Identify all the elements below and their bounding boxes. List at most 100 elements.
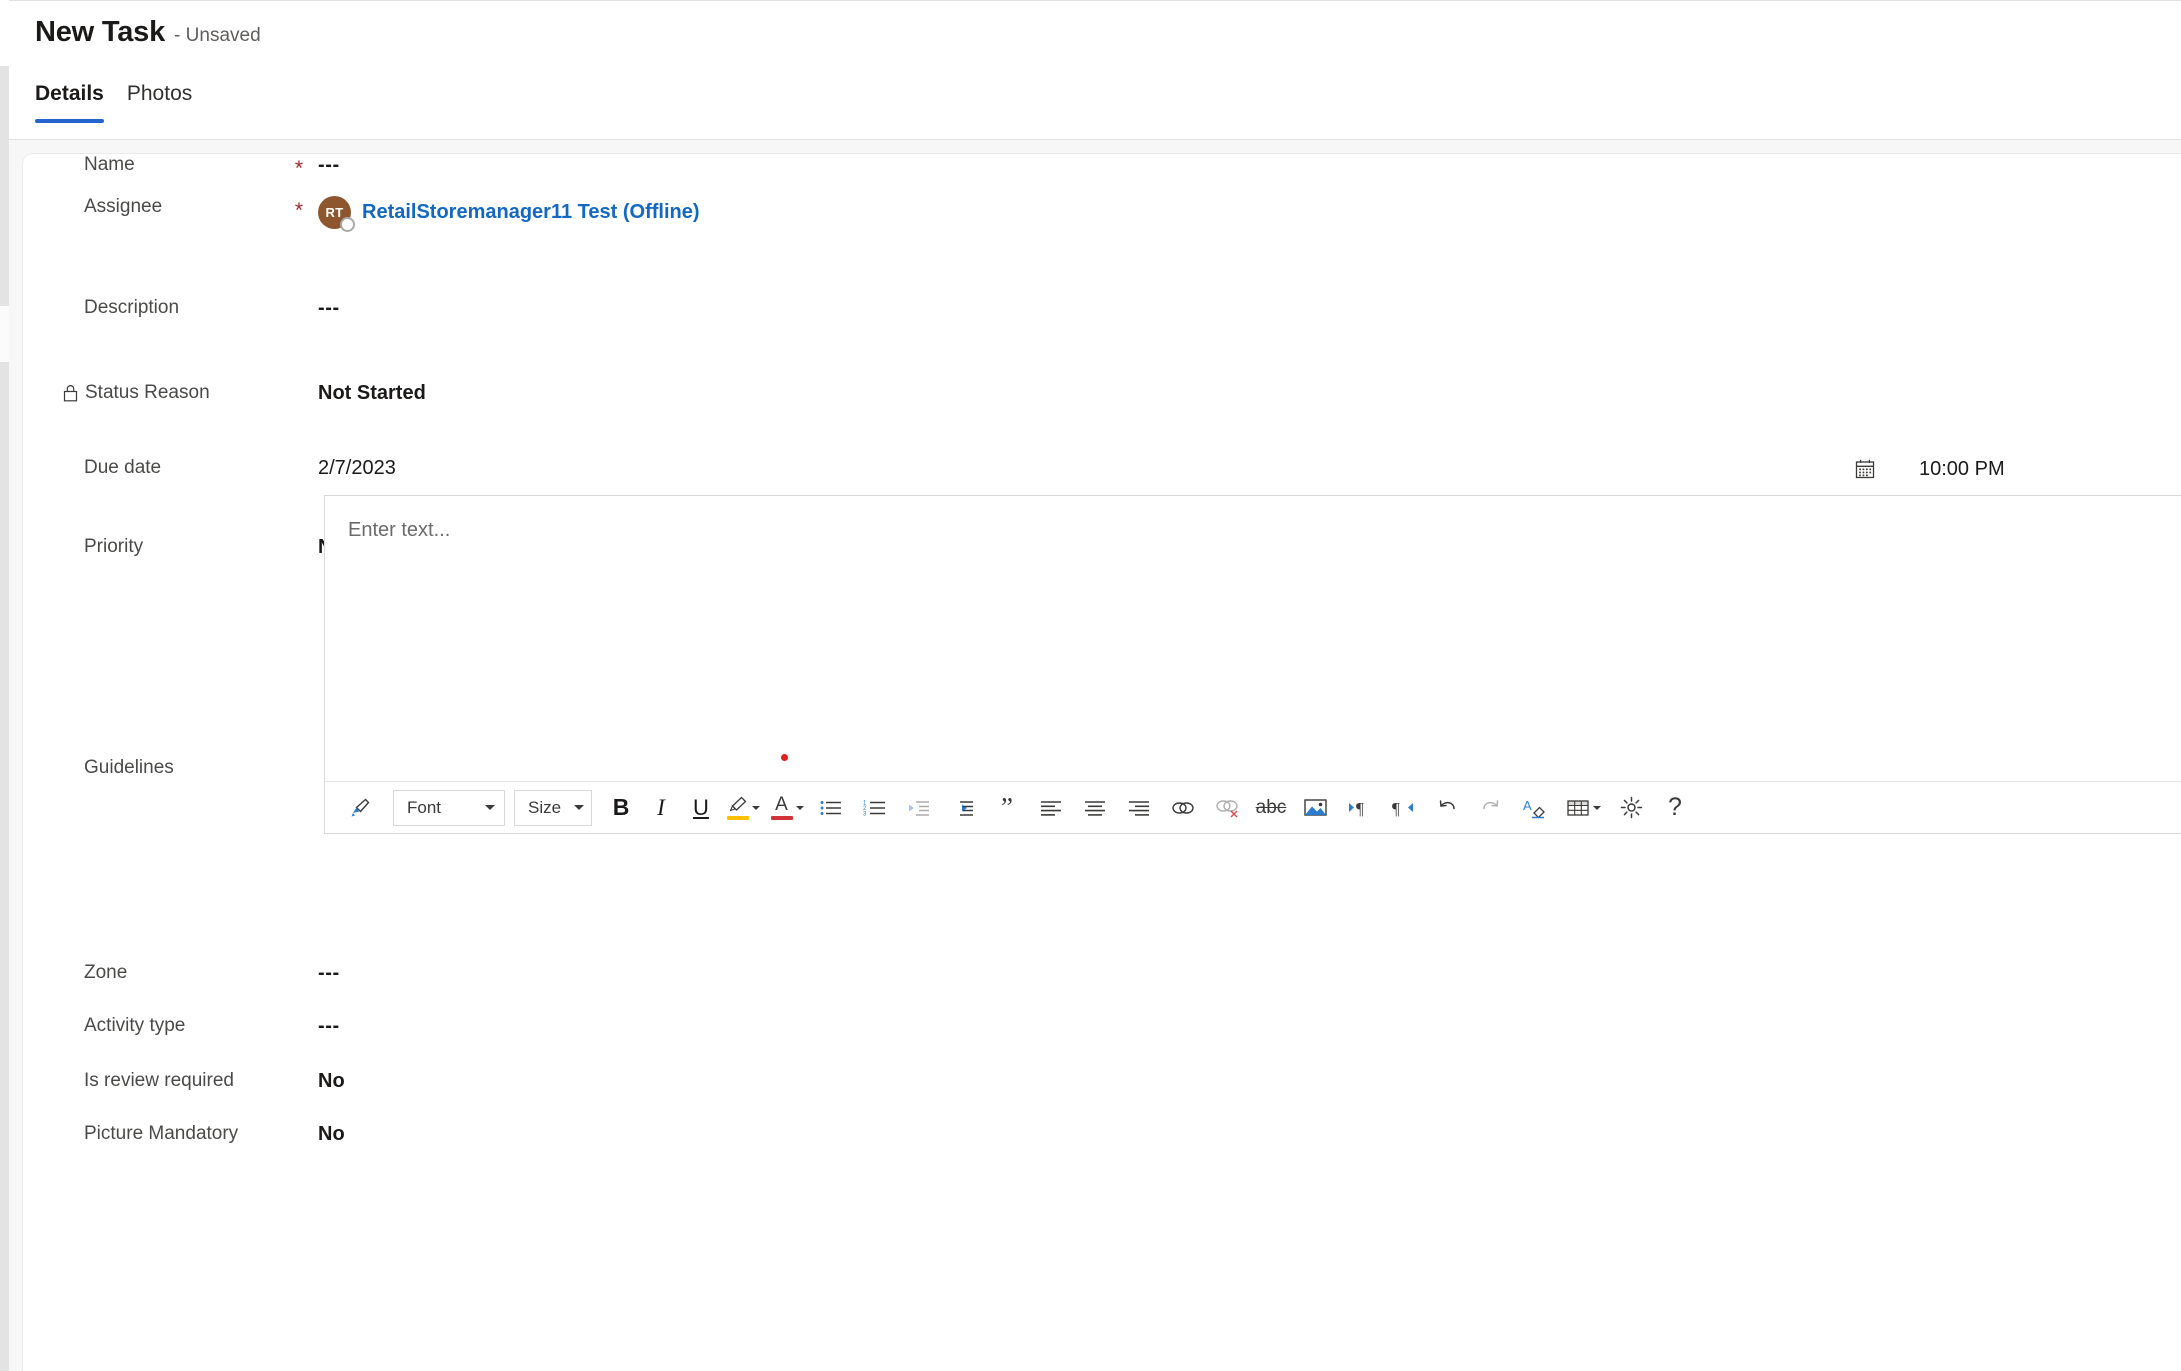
blockquote-icon[interactable]: ” (985, 788, 1029, 828)
insert-table-icon[interactable] (1557, 788, 1609, 828)
field-label-cell-priority: Priority (23, 536, 284, 558)
rtl-direction-icon[interactable]: ¶ (1381, 788, 1425, 828)
field-row-assignee: Assignee * RT RetailStoremanager11 Test … (23, 196, 2181, 258)
insert-link-icon[interactable] (1161, 788, 1205, 828)
bold-icon[interactable]: B (601, 788, 641, 828)
page-title-main: New Task (35, 16, 166, 48)
redo-icon[interactable] (1469, 788, 1513, 828)
chevron-down-icon (574, 805, 584, 810)
field-value-cell-assignee[interactable]: RT RetailStoremanager11 Test (Offline) (314, 196, 2181, 232)
field-value-cell-name[interactable]: --- (314, 154, 2181, 177)
left-rail (0, 33, 9, 1371)
field-label-cell-name: Name (23, 154, 284, 176)
left-rail-notch (0, 305, 9, 363)
field-label-is-review-required: Is review required (84, 1070, 234, 1091)
italic-icon[interactable]: I (641, 788, 681, 828)
field-label-cell-assignee: Assignee (23, 196, 284, 218)
field-value-cell-status-reason: Not Started (314, 382, 2181, 405)
svg-text:¶: ¶ (1356, 799, 1364, 818)
ltr-direction-icon[interactable]: ¶ (1337, 788, 1381, 828)
field-value-cell-activity-type[interactable]: --- (314, 1015, 2181, 1038)
svg-text:A: A (1523, 798, 1532, 813)
required-spacer-picture-mandatory (284, 1123, 314, 1127)
chevron-down-icon (485, 805, 495, 810)
field-value-cell-is-review-required[interactable]: No (314, 1070, 2181, 1093)
left-rail-tick (0, 33, 9, 66)
field-value-status-reason: Not Started (318, 382, 426, 404)
due-time-value[interactable]: 10:00 PM (1919, 458, 2005, 481)
assignee-link[interactable]: RetailStoremanager11 Test (Offline) (362, 201, 700, 224)
field-label-zone: Zone (84, 962, 128, 983)
field-label-due-date: Due date (84, 457, 162, 478)
task-form-page: New Task - Unsaved Details Photos Name *… (0, 0, 2181, 1371)
field-row-activity-type: Activity type --- (23, 1015, 2181, 1071)
field-value-cell-picture-mandatory[interactable]: No (314, 1123, 2181, 1146)
field-row-status-reason: Status Reason Not Started (23, 382, 2181, 438)
required-spacer-description (284, 297, 314, 301)
required-spacer-is-review-required (284, 1070, 314, 1074)
field-label-cell-due-date: Due date (23, 457, 284, 479)
field-value-cell-zone[interactable]: --- (314, 962, 2181, 985)
required-marker-name: * (294, 157, 304, 180)
font-family-value: Font (407, 797, 442, 817)
avatar: RT (318, 196, 355, 232)
presence-offline-icon (340, 217, 355, 232)
format-painter-icon[interactable] (339, 788, 383, 828)
insert-image-icon[interactable] (1293, 788, 1337, 828)
help-icon[interactable]: ? (1653, 788, 1697, 828)
field-value-cell-description[interactable]: --- (314, 297, 2181, 320)
page-title: New Task - Unsaved (35, 16, 261, 49)
strikethrough-icon[interactable]: abc (1249, 788, 1293, 828)
field-label-activity-type: Activity type (84, 1015, 186, 1036)
editor-content-area[interactable]: Enter text... (325, 496, 2181, 781)
field-value-zone: --- (318, 962, 340, 984)
required-spacer-activity-type (284, 1015, 314, 1019)
highlight-color-icon[interactable] (721, 788, 765, 828)
bulleted-list-icon[interactable] (809, 788, 853, 828)
align-right-icon[interactable] (1117, 788, 1161, 828)
required-spacer-due-date (284, 457, 314, 461)
field-label-assignee: Assignee (84, 196, 163, 217)
underline-icon[interactable]: U (681, 788, 721, 828)
undo-icon[interactable] (1425, 788, 1469, 828)
numbered-list-icon[interactable]: 1 2 3 (853, 788, 897, 828)
increase-indent-icon[interactable] (941, 788, 985, 828)
field-label-cell-status-reason: Status Reason (23, 382, 284, 404)
guidelines-rich-text-editor: Enter text... Font Size B I U A 1 2 3 ” … (324, 495, 2181, 834)
page-title-status: - Unsaved (174, 25, 261, 46)
editor-settings-icon[interactable] (1609, 788, 1653, 828)
font-color-icon[interactable]: A (765, 788, 809, 828)
required-spacer-zone (284, 962, 314, 966)
font-size-dropdown[interactable]: Size (514, 789, 592, 826)
strikethrough-glyph: abc (1255, 797, 1287, 818)
decrease-indent-icon[interactable] (897, 788, 941, 828)
font-family-dropdown[interactable]: Font (393, 789, 505, 826)
field-label-cell-is-review-required: Is review required (23, 1070, 284, 1092)
field-label-cell-picture-mandatory: Picture Mandatory (23, 1123, 284, 1145)
field-value-activity-type: --- (318, 1015, 340, 1037)
field-label-guidelines: Guidelines (84, 757, 174, 778)
field-row-picture-mandatory: Picture Mandatory No (23, 1123, 2181, 1179)
align-left-icon[interactable] (1029, 788, 1073, 828)
field-value-is-review-required: No (318, 1070, 345, 1092)
calendar-icon[interactable] (1853, 457, 1877, 481)
field-label-cell-guidelines: Guidelines (23, 757, 284, 779)
page-header: New Task - Unsaved Details Photos (9, 0, 2181, 140)
field-value-name: --- (318, 154, 340, 176)
field-row-is-review-required: Is review required No (23, 1070, 2181, 1126)
editor-toolbar: Font Size B I U A 1 2 3 ” abc ¶ ¶ A ? (325, 781, 2181, 833)
clear-formatting-icon[interactable]: A (1513, 788, 1557, 828)
required-spacer-status-reason (284, 382, 314, 386)
italic-glyph: I (657, 795, 665, 820)
tab-details[interactable]: Details (35, 82, 104, 123)
font-color-glyph: A (775, 794, 788, 815)
remove-link-icon[interactable] (1205, 788, 1249, 828)
align-center-icon[interactable] (1073, 788, 1117, 828)
assignee-chip[interactable]: RT RetailStoremanager11 Test (Offline) (318, 196, 700, 232)
field-label-priority: Priority (84, 536, 144, 557)
field-value-due-date: 2/7/2023 (318, 457, 396, 479)
editor-red-marker (781, 754, 788, 761)
due-date-time-group: 10:00 PM (1853, 457, 2005, 481)
tab-photos[interactable]: Photos (127, 82, 192, 123)
header-top-divider (9, 0, 2181, 1)
